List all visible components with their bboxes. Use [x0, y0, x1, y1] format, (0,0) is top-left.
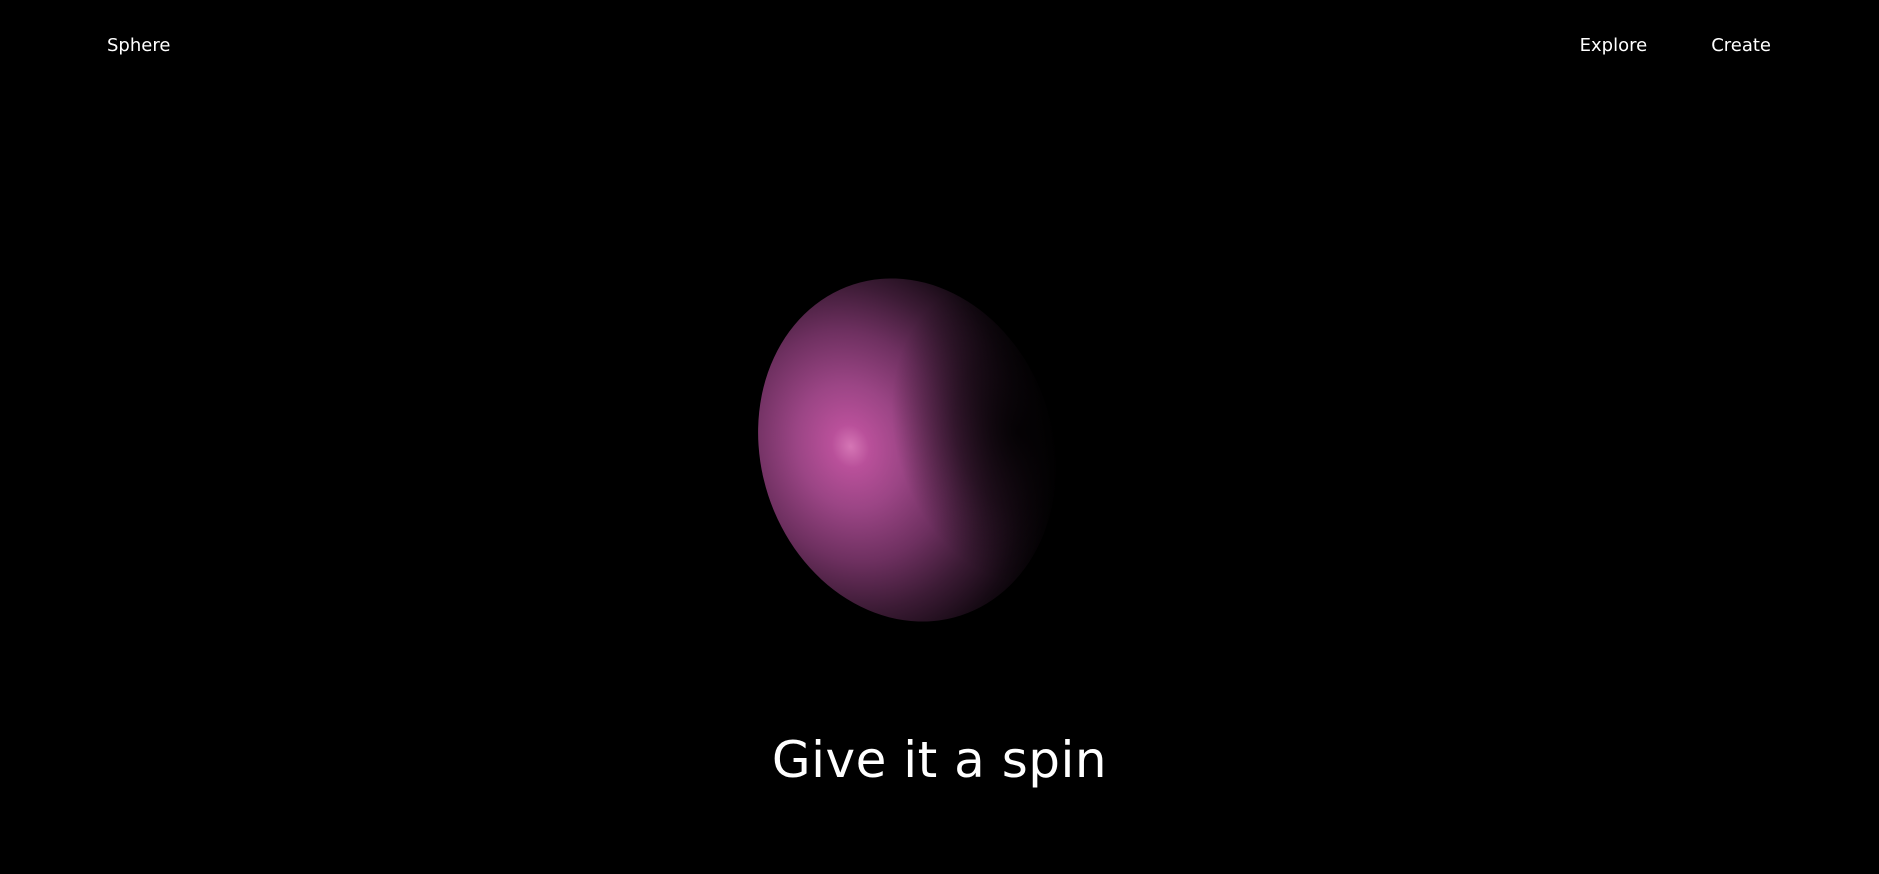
- page: Sphere Explore Create Give it a spin: [0, 0, 1879, 874]
- hero-headline: Give it a spin: [771, 730, 1108, 789]
- rotating-sphere[interactable]: [714, 239, 1100, 661]
- nav-explore-link[interactable]: Explore: [1580, 34, 1648, 58]
- brand-logo-link[interactable]: Sphere: [107, 34, 170, 58]
- nav-links: Explore Create: [1580, 34, 1771, 58]
- nav-create-link[interactable]: Create: [1711, 34, 1771, 58]
- top-navigation: Sphere Explore Create: [0, 0, 1879, 92]
